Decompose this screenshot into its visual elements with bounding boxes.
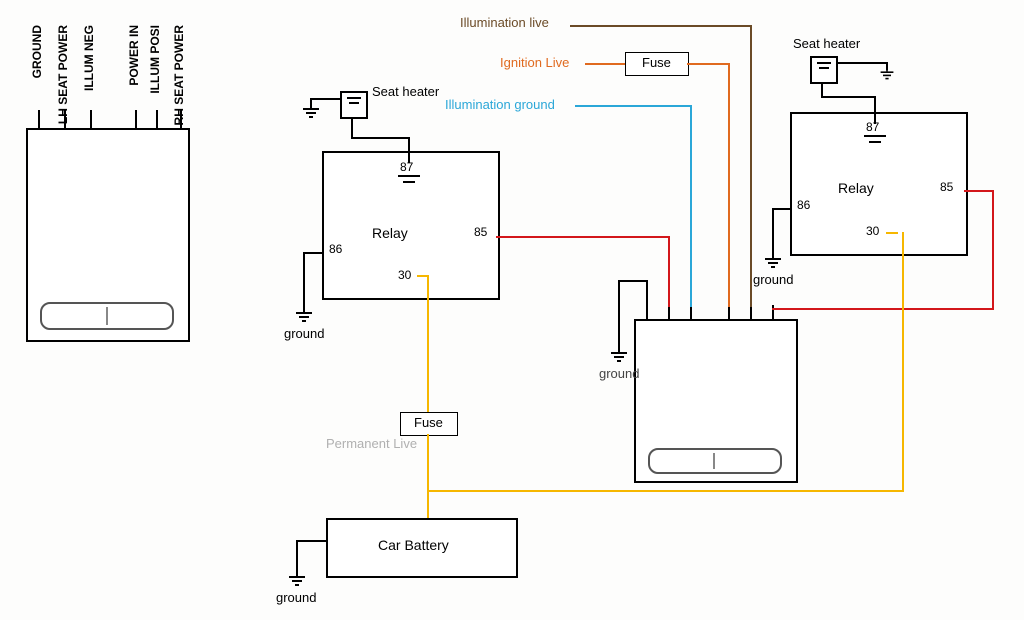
wire-sh-l-gnd-h [310, 98, 340, 100]
seat-heater-right-box [810, 56, 838, 84]
ground-symbol [289, 576, 305, 590]
wire-cm-gnd-v2 [618, 280, 620, 342]
wire-sh-r-gnd-h [836, 62, 888, 64]
pin-stub [728, 305, 730, 319]
wire-relay-l-86-down [303, 252, 305, 302]
relay-left-87-cap2 [403, 181, 415, 183]
pin-label-illum-posi: ILLUM POSI [148, 25, 162, 94]
relay-right-pin86: 86 [797, 198, 810, 212]
relay-left-pin30: 30 [398, 268, 411, 282]
wire-ign-h2 [687, 63, 730, 65]
wire-ign-h1 [585, 63, 625, 65]
relay-left-87-cap1 [398, 175, 420, 177]
pin-label-rh-seat-power: RH SEAT POWER [172, 25, 186, 125]
wire-sh-l-down [351, 117, 353, 139]
ground-label: ground [284, 326, 324, 341]
ground-symbol [611, 352, 627, 366]
seat-heater-right-label: Seat heater [793, 36, 860, 51]
relay-left-label: Relay [372, 225, 408, 241]
wire-yel-r-v [902, 232, 904, 492]
wire-label-permanent-live: Permanent Live [326, 436, 417, 451]
wire-red-left-v [668, 236, 670, 307]
pin-stub [668, 305, 670, 319]
ground-symbol [881, 71, 894, 82]
seat-heater-left-box [340, 91, 368, 119]
relay-right-pin85: 85 [940, 180, 953, 194]
wire-illum-live-h [570, 25, 752, 27]
pin-label-ground: GROUND [30, 25, 44, 78]
pin-stub [646, 305, 648, 319]
wire-illgnd-v [690, 105, 692, 307]
relay-right-87-stem [874, 114, 876, 124]
relay-right-87-cap1 [864, 135, 886, 137]
relay-right-87-cap2 [869, 141, 881, 143]
relay-right-label: Relay [838, 180, 874, 196]
wire-cm-gnd-v1 [646, 280, 648, 307]
relay-left-87-stem [408, 153, 410, 163]
wire-sh-l-into [408, 137, 410, 153]
wire-relay-r-86-out [772, 208, 792, 210]
ground-symbol [765, 258, 781, 272]
wire-relay-l-86-out [303, 252, 323, 254]
wire-sh-l-across [351, 137, 410, 139]
wire-yel-l-v2 [427, 434, 429, 492]
wire-red-left-h [496, 236, 670, 238]
wire-label-illum-ground: Illumination ground [445, 97, 555, 112]
car-battery-label: Car Battery [378, 537, 449, 553]
wire-label-illum-live: Illumination live [460, 15, 549, 30]
pin-label-power-in: POWER IN [127, 25, 141, 86]
wire-illgnd-h [575, 105, 692, 107]
wire-batt-gnd-h [296, 540, 326, 542]
relay-right-pin30: 30 [866, 224, 879, 238]
wire-yel-l-v1 [427, 275, 429, 414]
ground-symbol [303, 108, 319, 122]
pin-stub [38, 110, 40, 128]
control-slot [648, 448, 782, 474]
wire-yel-bus-h [427, 490, 904, 492]
wire-yel-to-batt [427, 490, 429, 520]
ground-symbol [296, 312, 312, 326]
relay-right-pin87: 87 [866, 120, 879, 134]
ground-label: ground [276, 590, 316, 605]
wiring-diagram: GROUND LH SEAT POWER ILLUM NEG POWER IN … [0, 0, 1024, 620]
fuse-ignition-label: Fuse [642, 55, 671, 70]
relay-left-pin87: 87 [400, 160, 413, 174]
wire-illum-live-v [750, 25, 752, 307]
connector-slot [40, 302, 174, 330]
pin-stub [750, 305, 752, 319]
seat-heater-left-label: Seat heater [372, 84, 439, 99]
pin-stub [156, 110, 158, 128]
wire-sh-r-into [874, 96, 876, 114]
wire-sh-r-across [821, 96, 876, 98]
wire-red-right-h1 [964, 190, 994, 192]
relay-left-pin85: 85 [474, 225, 487, 239]
pin-stub [90, 110, 92, 128]
wire-batt-gnd-v [296, 540, 298, 566]
fuse-battery-label: Fuse [414, 415, 443, 430]
pin-label-illum-neg: ILLUM NEG [82, 25, 96, 91]
wire-cm-gnd-h [618, 280, 648, 282]
ground-label: ground [753, 272, 793, 287]
wire-label-ignition-live: Ignition Live [500, 55, 569, 70]
wire-red-right-v [992, 190, 994, 310]
wire-red-right-h2 [772, 308, 994, 310]
wire-yel-30r-stub [886, 232, 898, 234]
pin-stub [690, 305, 692, 319]
pin-stub [135, 110, 137, 128]
pin-label-lh-seat-power: LH SEAT POWER [56, 25, 70, 124]
ground-label: ground [599, 366, 639, 381]
wire-ign-v [728, 63, 730, 307]
wire-relay-r-86-down [772, 208, 774, 248]
relay-left-pin86: 86 [329, 242, 342, 256]
